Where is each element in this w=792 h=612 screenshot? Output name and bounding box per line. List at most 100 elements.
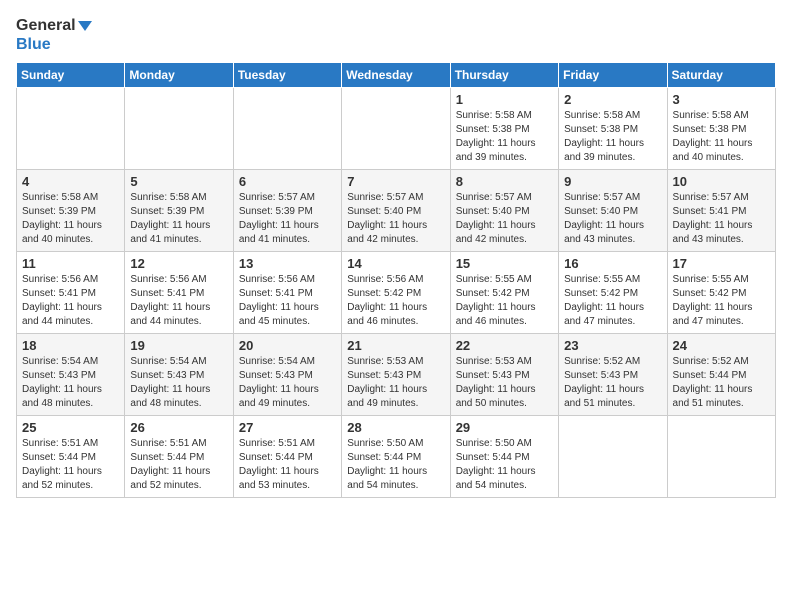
day-number: 1 <box>456 92 553 107</box>
logo-text: GeneralBlue <box>16 16 92 54</box>
calendar-cell: 23 Sunrise: 5:52 AM Sunset: 5:43 PM Dayli… <box>559 334 667 416</box>
day-info: Sunrise: 5:54 AM Sunset: 5:43 PM Dayligh… <box>22 355 119 411</box>
day-info: Sunrise: 5:54 AM Sunset: 5:43 PM Dayligh… <box>239 355 336 411</box>
day-number: 17 <box>673 256 770 271</box>
day-number: 13 <box>239 256 336 271</box>
day-number: 9 <box>564 174 661 189</box>
header-thursday: Thursday <box>450 63 558 88</box>
day-info: Sunrise: 5:52 AM Sunset: 5:43 PM Dayligh… <box>564 355 661 411</box>
calendar-cell: 17 Sunrise: 5:55 AM Sunset: 5:42 PM Dayli… <box>667 252 775 334</box>
calendar-cell: 7 Sunrise: 5:57 AM Sunset: 5:40 PM Daylig… <box>342 170 450 252</box>
calendar-cell: 10 Sunrise: 5:57 AM Sunset: 5:41 PM Dayli… <box>667 170 775 252</box>
calendar-cell: 25 Sunrise: 5:51 AM Sunset: 5:44 PM Dayli… <box>17 416 125 498</box>
day-number: 11 <box>22 256 119 271</box>
day-info: Sunrise: 5:56 AM Sunset: 5:41 PM Dayligh… <box>239 273 336 329</box>
day-number: 19 <box>130 338 227 353</box>
day-info: Sunrise: 5:53 AM Sunset: 5:43 PM Dayligh… <box>347 355 444 411</box>
day-info: Sunrise: 5:51 AM Sunset: 5:44 PM Dayligh… <box>130 437 227 493</box>
day-number: 12 <box>130 256 227 271</box>
calendar-cell: 27 Sunrise: 5:51 AM Sunset: 5:44 PM Dayli… <box>233 416 341 498</box>
week-row-1: 1 Sunrise: 5:58 AM Sunset: 5:38 PM Daylig… <box>17 88 776 170</box>
header-monday: Monday <box>125 63 233 88</box>
day-info: Sunrise: 5:56 AM Sunset: 5:42 PM Dayligh… <box>347 273 444 329</box>
day-number: 25 <box>22 420 119 435</box>
day-number: 10 <box>673 174 770 189</box>
day-info: Sunrise: 5:58 AM Sunset: 5:38 PM Dayligh… <box>456 109 553 165</box>
day-info: Sunrise: 5:54 AM Sunset: 5:43 PM Dayligh… <box>130 355 227 411</box>
day-info: Sunrise: 5:55 AM Sunset: 5:42 PM Dayligh… <box>673 273 770 329</box>
day-info: Sunrise: 5:57 AM Sunset: 5:41 PM Dayligh… <box>673 191 770 247</box>
week-row-5: 25 Sunrise: 5:51 AM Sunset: 5:44 PM Dayli… <box>17 416 776 498</box>
day-number: 29 <box>456 420 553 435</box>
header-tuesday: Tuesday <box>233 63 341 88</box>
day-number: 8 <box>456 174 553 189</box>
day-number: 24 <box>673 338 770 353</box>
day-number: 28 <box>347 420 444 435</box>
day-info: Sunrise: 5:56 AM Sunset: 5:41 PM Dayligh… <box>22 273 119 329</box>
day-info: Sunrise: 5:57 AM Sunset: 5:39 PM Dayligh… <box>239 191 336 247</box>
day-info: Sunrise: 5:57 AM Sunset: 5:40 PM Dayligh… <box>456 191 553 247</box>
day-info: Sunrise: 5:58 AM Sunset: 5:39 PM Dayligh… <box>130 191 227 247</box>
day-info: Sunrise: 5:56 AM Sunset: 5:41 PM Dayligh… <box>130 273 227 329</box>
day-number: 22 <box>456 338 553 353</box>
calendar-cell: 6 Sunrise: 5:57 AM Sunset: 5:39 PM Daylig… <box>233 170 341 252</box>
header-friday: Friday <box>559 63 667 88</box>
calendar-cell <box>17 88 125 170</box>
calendar-cell <box>233 88 341 170</box>
day-info: Sunrise: 5:55 AM Sunset: 5:42 PM Dayligh… <box>456 273 553 329</box>
day-info: Sunrise: 5:51 AM Sunset: 5:44 PM Dayligh… <box>239 437 336 493</box>
calendar-cell: 5 Sunrise: 5:58 AM Sunset: 5:39 PM Daylig… <box>125 170 233 252</box>
calendar-cell: 20 Sunrise: 5:54 AM Sunset: 5:43 PM Dayli… <box>233 334 341 416</box>
day-info: Sunrise: 5:57 AM Sunset: 5:40 PM Dayligh… <box>347 191 444 247</box>
calendar-cell: 19 Sunrise: 5:54 AM Sunset: 5:43 PM Dayli… <box>125 334 233 416</box>
day-info: Sunrise: 5:50 AM Sunset: 5:44 PM Dayligh… <box>456 437 553 493</box>
calendar-cell <box>667 416 775 498</box>
calendar-cell: 24 Sunrise: 5:52 AM Sunset: 5:44 PM Dayli… <box>667 334 775 416</box>
day-number: 2 <box>564 92 661 107</box>
day-info: Sunrise: 5:58 AM Sunset: 5:39 PM Dayligh… <box>22 191 119 247</box>
day-info: Sunrise: 5:52 AM Sunset: 5:44 PM Dayligh… <box>673 355 770 411</box>
calendar-cell: 26 Sunrise: 5:51 AM Sunset: 5:44 PM Dayli… <box>125 416 233 498</box>
day-number: 4 <box>22 174 119 189</box>
calendar-header-row: SundayMondayTuesdayWednesdayThursdayFrid… <box>17 63 776 88</box>
day-number: 23 <box>564 338 661 353</box>
page-header: GeneralBlue <box>16 16 776 54</box>
calendar-cell: 15 Sunrise: 5:55 AM Sunset: 5:42 PM Dayli… <box>450 252 558 334</box>
logo: GeneralBlue <box>16 16 92 54</box>
day-info: Sunrise: 5:51 AM Sunset: 5:44 PM Dayligh… <box>22 437 119 493</box>
calendar-table: SundayMondayTuesdayWednesdayThursdayFrid… <box>16 62 776 498</box>
week-row-4: 18Sunrise: 5:54 AM Sunset: 5:43 PM Dayli… <box>17 334 776 416</box>
week-row-2: 4 Sunrise: 5:58 AM Sunset: 5:39 PM Daylig… <box>17 170 776 252</box>
header-sunday: Sunday <box>17 63 125 88</box>
day-number: 16 <box>564 256 661 271</box>
header-saturday: Saturday <box>667 63 775 88</box>
day-number: 26 <box>130 420 227 435</box>
calendar-cell: 28 Sunrise: 5:50 AM Sunset: 5:44 PM Dayli… <box>342 416 450 498</box>
day-info: Sunrise: 5:50 AM Sunset: 5:44 PM Dayligh… <box>347 437 444 493</box>
day-number: 21 <box>347 338 444 353</box>
calendar-cell: 22 Sunrise: 5:53 AM Sunset: 5:43 PM Dayli… <box>450 334 558 416</box>
day-info: Sunrise: 5:58 AM Sunset: 5:38 PM Dayligh… <box>564 109 661 165</box>
day-info: Sunrise: 5:55 AM Sunset: 5:42 PM Dayligh… <box>564 273 661 329</box>
calendar-cell: 11 Sunrise: 5:56 AM Sunset: 5:41 PM Dayli… <box>17 252 125 334</box>
calendar-cell: 13 Sunrise: 5:56 AM Sunset: 5:41 PM Dayli… <box>233 252 341 334</box>
day-number: 6 <box>239 174 336 189</box>
calendar-cell: 16 Sunrise: 5:55 AM Sunset: 5:42 PM Dayli… <box>559 252 667 334</box>
calendar-cell: 9Sunrise: 5:57 AM Sunset: 5:40 PM Daylig… <box>559 170 667 252</box>
day-number: 3 <box>673 92 770 107</box>
day-number: 20 <box>239 338 336 353</box>
day-number: 27 <box>239 420 336 435</box>
calendar-cell: 3 Sunrise: 5:58 AM Sunset: 5:38 PM Daylig… <box>667 88 775 170</box>
day-info: Sunrise: 5:58 AM Sunset: 5:38 PM Dayligh… <box>673 109 770 165</box>
day-number: 14 <box>347 256 444 271</box>
day-number: 15 <box>456 256 553 271</box>
calendar-body: 1 Sunrise: 5:58 AM Sunset: 5:38 PM Daylig… <box>17 88 776 498</box>
week-row-3: 11 Sunrise: 5:56 AM Sunset: 5:41 PM Dayli… <box>17 252 776 334</box>
calendar-cell: 8 Sunrise: 5:57 AM Sunset: 5:40 PM Daylig… <box>450 170 558 252</box>
calendar-cell: 29 Sunrise: 5:50 AM Sunset: 5:44 PM Dayli… <box>450 416 558 498</box>
day-number: 7 <box>347 174 444 189</box>
day-info: Sunrise: 5:53 AM Sunset: 5:43 PM Dayligh… <box>456 355 553 411</box>
day-number: 5 <box>130 174 227 189</box>
calendar-cell: 21 Sunrise: 5:53 AM Sunset: 5:43 PM Dayli… <box>342 334 450 416</box>
calendar-cell <box>125 88 233 170</box>
